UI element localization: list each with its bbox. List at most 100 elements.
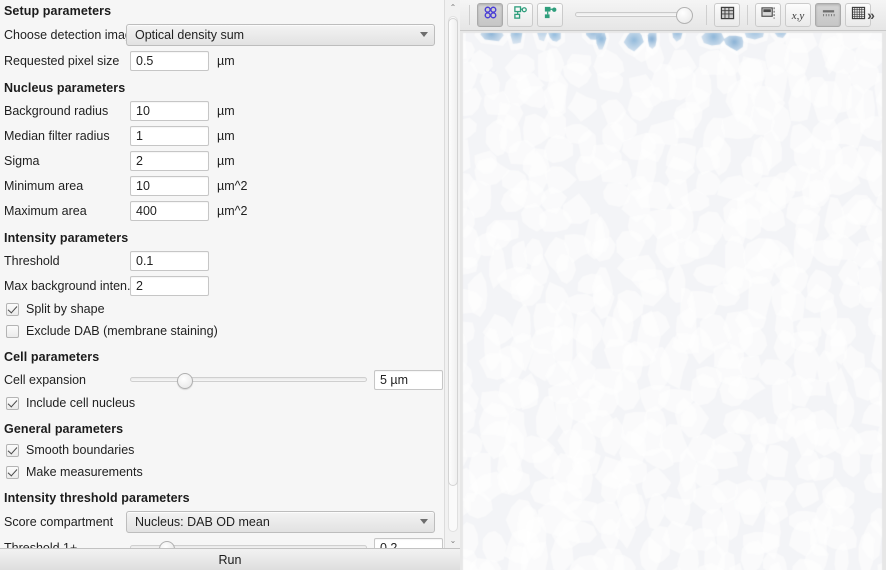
toolbar-button-fill-detections[interactable] [537,3,563,27]
toolbar-button-show-annotations[interactable] [507,3,533,27]
slider-threshold-1[interactable] [130,539,367,548]
annotation-nodes-icon [513,5,528,25]
dropdown-score-compartment[interactable]: Nucleus: DAB OD mean [126,510,435,533]
section-header-threshold: Intensity threshold parameters [4,491,190,505]
toolbar-button-show-location[interactable]: x,y [785,3,811,27]
run-button-label: Run [218,552,242,567]
unit-background-radius: µm [217,103,235,118]
opacity-slider-thumb[interactable] [676,7,693,24]
viewer-panel: x,y » [460,0,886,570]
value-threshold-1[interactable]: 0.2 [374,537,443,548]
label-threshold: Threshold [4,253,60,268]
checkbox-row-include-cell-nucleus[interactable]: Include cell nucleus [0,392,443,414]
slider-thumb-cell-expansion[interactable] [176,372,193,389]
label-max-background-inten: Max background inten... [4,278,138,293]
checkbox-label-smooth-boundaries: Smooth boundaries [26,443,135,457]
row-maximum-area: Maximum area 400 µm^2 [0,198,443,223]
chevron-down-icon [420,519,428,524]
label-median-filter-radius: Median filter radius [4,128,110,143]
label-maximum-area: Maximum area [4,203,87,218]
run-button[interactable]: Run [0,548,460,570]
row-minimum-area: Minimum area 10 µm^2 [0,173,443,198]
value-cell-expansion[interactable]: 5 µm [374,369,443,390]
xy-location-icon: x,y [791,10,805,22]
label-background-radius: Background radius [4,103,109,118]
input-maximum-area[interactable]: 400 [130,200,209,221]
parameters-list: Setup parameters Choose detection image Op… [0,0,443,548]
checkbox-label-exclude-dab-membrane-staining: Exclude DAB (membrane staining) [26,324,218,338]
checkbox-row-make-measurements[interactable]: Make measurements [0,461,443,483]
checkbox-label-make-measurements: Make measurements [26,465,143,479]
checkbox-exclude-dab-membrane-staining[interactable] [6,324,19,338]
row-score-compartment: Score compartment Nucleus: DAB OD mean [0,508,443,535]
label-minimum-area: Minimum area [4,178,84,193]
slider-thumb-threshold-1[interactable] [158,540,175,548]
checkbox-row-smooth-boundaries[interactable]: Smooth boundaries [0,439,443,461]
toolbar-button-show-detections[interactable] [477,3,503,27]
slider-cell-expansion[interactable] [130,371,367,389]
input-minimum-area[interactable]: 10 [130,175,209,196]
input-threshold[interactable]: 0.1 [130,250,209,271]
scroll-down-arrow-icon[interactable]: ⌄ [445,533,460,548]
unit-maximum-area: µm^2 [217,203,248,218]
row-sigma: Sigma 2 µm [0,148,443,173]
dropdown-value-score-compartment: Nucleus: DAB OD mean [135,514,270,529]
input-median-filter-radius[interactable]: 1 [130,125,209,146]
label-requested-pixel-size: Requested pixel size [4,53,120,68]
parameters-vertical-scrollbar[interactable]: ⌃ ⌄ [444,0,460,548]
section-header-nucleus: Nucleus parameters [4,81,126,95]
filled-nodes-icon [543,5,558,25]
scrollbar-thumb[interactable] [448,18,458,486]
checkbox-include-cell-nucleus[interactable] [6,396,19,410]
section-header-setup: Setup parameters [4,4,112,18]
dropdown-choose-detection-image[interactable]: Optical density sum [126,23,435,46]
unit-median-filter-radius: µm [217,128,235,143]
toolbar-button-show-grid[interactable] [714,3,740,27]
input-sigma[interactable]: 2 [130,150,209,171]
section-header-cell: Cell parameters [4,350,100,364]
row-median-filter-radius: Median filter radius 1 µm [0,123,443,148]
dropdown-value-choose-detection-image: Optical density sum [135,27,245,42]
toolbar-overflow-button[interactable]: » [860,3,882,27]
row-threshold-1: Threshold 1+ 0.2 [0,535,443,548]
checkbox-row-exclude-dab-membrane-staining[interactable]: Exclude DAB (membrane staining) [0,320,443,342]
slide-image-canvas[interactable] [460,31,886,570]
parameters-scroll-area[interactable]: Setup parameters Choose detection image Op… [0,0,460,548]
section-header-general: General parameters [4,422,124,436]
toolbar-separator [747,5,748,25]
chevron-down-icon [420,32,428,37]
viewer-toolbar: x,y » [460,0,886,31]
toolbar-overlay-group [475,3,565,27]
checkbox-split-by-shape[interactable] [6,302,19,316]
label-threshold-1: Threshold 1+ [4,540,78,549]
toolbar-display-group: x,y [753,3,873,27]
input-background-radius[interactable]: 10 [130,100,209,121]
toolbar-grid-group [712,3,742,27]
checkbox-make-measurements[interactable] [6,465,19,479]
row-cell-expansion: Cell expansion 5 µm [0,367,443,392]
row-background-radius: Background radius 10 µm [0,98,443,123]
toolbar-button-show-scalebar[interactable] [815,3,841,27]
checkbox-smooth-boundaries[interactable] [6,443,19,457]
checkbox-label-include-cell-nucleus: Include cell nucleus [26,396,136,410]
scroll-up-arrow-icon[interactable]: ⌃ [445,0,460,15]
label-score-compartment: Score compartment [4,514,114,529]
unit-sigma: µm [217,153,235,168]
parameters-panel: Setup parameters Choose detection image Op… [0,0,460,570]
checkbox-row-split-by-shape[interactable]: Split by shape [0,298,443,320]
toolbar-button-show-overview[interactable] [755,3,781,27]
input-requested-pixel-size[interactable]: 0.5 [130,50,209,71]
slide-viewer[interactable] [460,31,886,570]
toolbar-separator [469,5,470,25]
label-choose-detection-image: Choose detection image [4,27,139,42]
section-header-intensity: Intensity parameters [4,231,129,245]
overview-thumbnail-icon [760,6,776,25]
four-circles-icon [483,5,498,25]
opacity-slider[interactable] [575,5,693,25]
input-max-background-inten[interactable]: 2 [130,275,209,296]
scalebar-icon [821,6,836,24]
unit-requested-pixel-size: µm [217,53,235,68]
slider-track-cell-expansion[interactable] [130,377,367,382]
grid-table-icon [720,6,735,25]
row-choose-detection-image: Choose detection image Optical density su… [0,21,443,48]
